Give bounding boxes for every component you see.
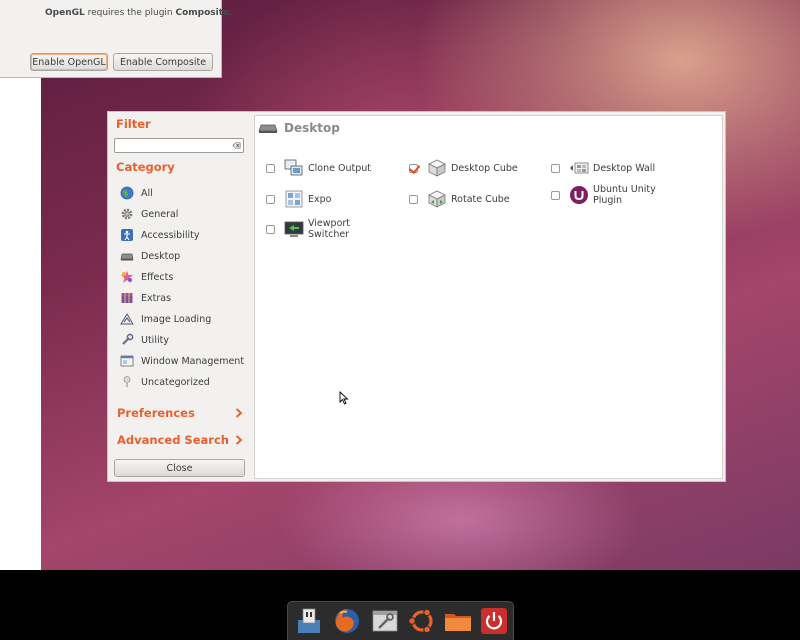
category-label-all: All [141,187,153,199]
category-accessibility[interactable]: Accessibility [120,226,199,244]
advanced-search-link[interactable]: Advanced Search [117,433,243,447]
plugin-checkbox[interactable] [551,163,560,173]
viewport-switcher-icon [284,221,304,237]
uncategorized-icon [123,376,131,387]
opengl-notice-dialog: OpenGL requires the plugin Composite. En… [0,0,233,78]
rotate-cube-icon [428,190,446,208]
category-label-uncategorized: Uncategorized [141,376,210,388]
page-title: Desktop [258,121,340,135]
preferences-link[interactable]: Preferences [117,406,243,420]
plugin-checkbox[interactable] [551,190,560,200]
plugin-checkbox[interactable] [266,224,275,234]
category-window-management[interactable]: Window Management [120,352,244,370]
category-label-extras: Extras [141,292,172,304]
dock [287,601,514,640]
mouse-cursor [339,391,349,405]
gear-icon [121,208,133,220]
image-loading-icon [120,313,134,325]
chevron-right-icon [235,408,243,418]
clear-filter-icon[interactable] [232,141,241,150]
extras-icon [121,293,133,303]
compiz-settings-window: Filter Category All General Accessibilit… [107,111,726,482]
plugin-name: Expo [308,193,332,205]
category-label-desktop: Desktop [141,250,181,262]
ubuntu-unity-icon [570,186,588,204]
filter-input[interactable] [114,138,244,153]
category-label-image-loading: Image Loading [141,313,212,325]
preferences-label: Preferences [117,406,195,420]
desktop-wall-icon [570,162,589,174]
dock-item-ubuntu[interactable] [407,606,437,636]
plugin-name: Desktop Cube [451,162,518,174]
notice-bold-opengl: OpenGL [45,8,85,18]
folder-icon [445,614,471,631]
category-label: Category [116,160,175,174]
window-management-icon [120,355,134,367]
category-extras[interactable]: Extras [120,289,171,307]
chevron-right-icon [235,435,243,445]
ubuntu-icon [408,608,433,634]
plugin-desktop-wall[interactable]: Desktop Wall [551,158,655,178]
power-icon [481,608,507,634]
plugin-ubuntu-unity[interactable]: Ubuntu Unity Plugin [551,184,657,206]
accessibility-icon [121,229,133,241]
plugin-name: Viewport Switcher [308,218,351,240]
category-label-utility: Utility [141,334,169,346]
plugin-name: Rotate Cube [451,193,510,205]
page-title-text: Desktop [284,121,340,135]
plugin-expo[interactable]: Expo [266,189,331,209]
category-uncategorized[interactable]: Uncategorized [120,373,210,391]
plugin-list-panel: Desktop Clone Output Desktop Cube Deskto… [254,115,723,479]
plugin-viewport-switcher[interactable]: Viewport Switcher [266,218,352,240]
firefox-icon [335,609,359,633]
desktop-icon [258,124,278,133]
plugin-clone-output[interactable]: Clone Output [266,158,371,178]
plugin-desktop-cube[interactable]: Desktop Cube [409,158,518,178]
dock-item-files[interactable] [443,606,473,636]
background-window-strip [0,0,41,570]
globe-icon [120,186,134,200]
category-label-accessibility: Accessibility [141,229,200,241]
category-desktop[interactable]: Desktop [120,247,180,265]
utility-icon [122,333,134,345]
category-effects[interactable]: Effects [120,268,173,286]
category-label-window-management: Window Management [141,355,245,367]
plugin-checkbox[interactable] [266,194,275,204]
filter-label: Filter [116,117,151,131]
category-label-general: General [141,208,179,220]
clone-output-icon [284,159,303,176]
dock-item-ccsm[interactable] [294,606,324,636]
category-all[interactable]: All [120,184,153,202]
close-button[interactable]: Close [114,459,245,477]
category-image-loading[interactable]: Image Loading [120,310,211,328]
desktop-icon [120,253,134,261]
category-utility[interactable]: Utility [120,331,169,349]
expo-icon [285,190,303,208]
plugin-name: Desktop Wall [593,162,656,174]
notice-bold-composite: Composite. [175,8,233,18]
enable-opengl-button[interactable]: Enable OpenGL [30,53,108,71]
notice-message: OpenGL requires the plugin Composite. [45,8,233,18]
settings-icon [372,610,398,632]
dock-item-power[interactable] [479,606,509,636]
dock-item-settings[interactable] [370,606,400,636]
category-label-effects: Effects [141,271,174,283]
plugin-name: Ubuntu Unity Plugin [593,184,656,206]
dock-item-firefox[interactable] [332,606,362,636]
sidebar: Filter Category All General Accessibilit… [108,112,254,481]
plugin-rotate-cube[interactable]: Rotate Cube [409,189,510,209]
effects-icon [121,271,133,283]
enable-composite-button[interactable]: Enable Composite [113,53,213,71]
desktop-cube-icon [428,159,446,177]
plugin-checkbox[interactable] [409,194,418,204]
notice-text: requires the plugin [84,8,176,18]
ccsm-icon [298,608,320,633]
plugin-name: Clone Output [308,162,371,174]
plugin-checkbox[interactable] [266,163,275,173]
advanced-search-label: Advanced Search [117,433,229,447]
plugin-checkbox-checked[interactable] [409,163,418,173]
category-general[interactable]: General [120,205,178,223]
